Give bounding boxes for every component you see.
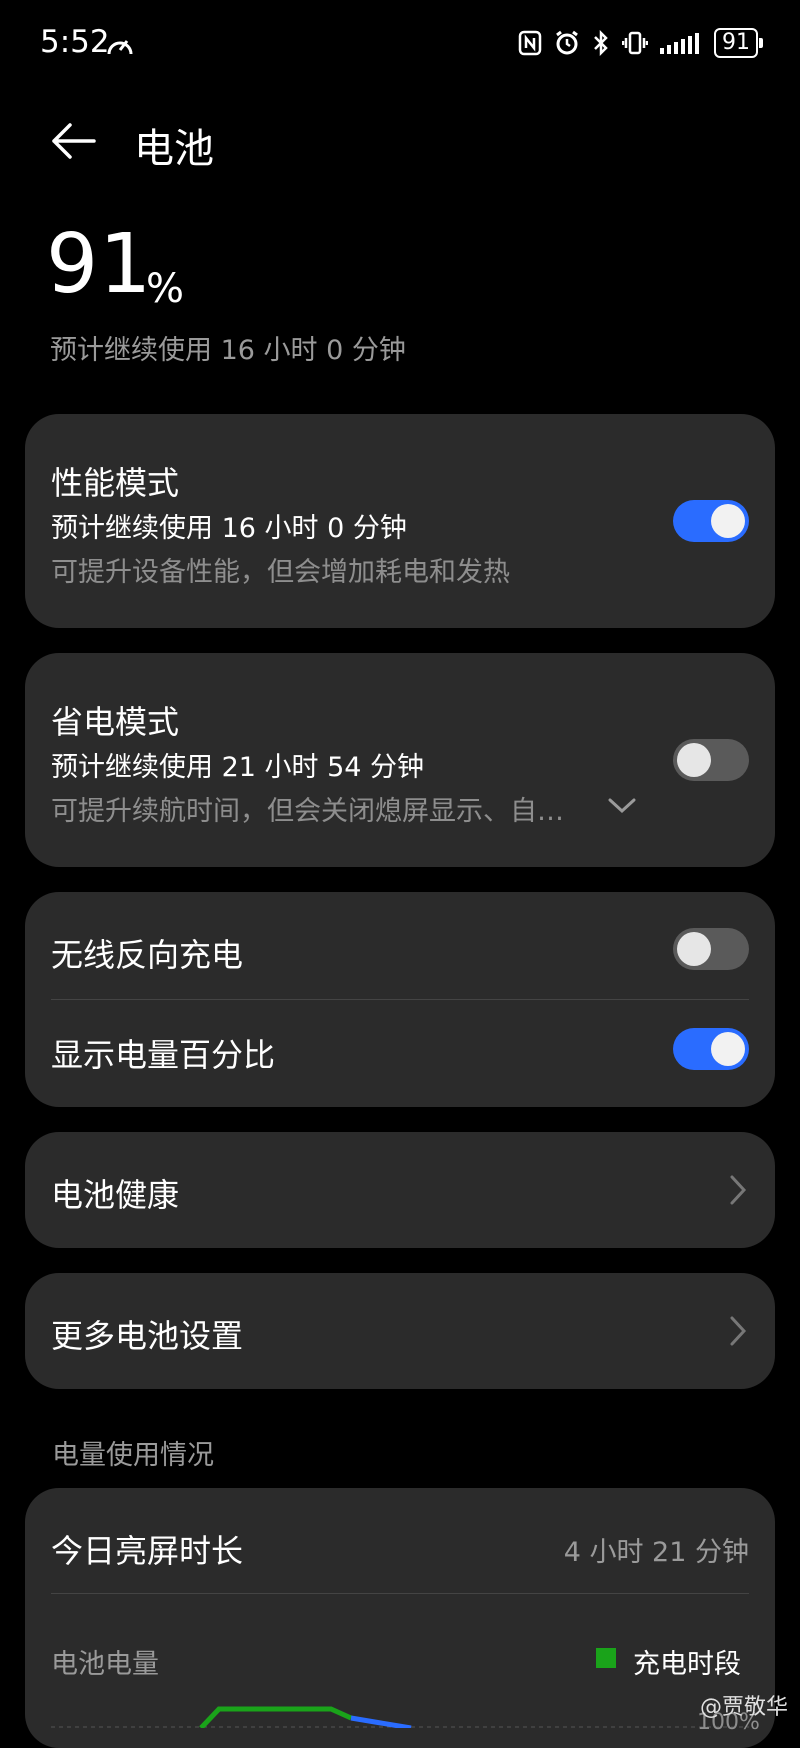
charging-legend-swatch [596,1648,616,1668]
alarm-icon [556,30,578,55]
chevron-right-icon [730,1175,747,1205]
divider [51,1593,749,1594]
divider [51,999,749,1000]
chevron-down-icon[interactable] [607,796,637,816]
toggles-card: 无线反向充电 显示电量百分比 [25,892,775,1107]
performance-mode-card[interactable]: 性能模式 预计继续使用 16 小时 0 分钟 可提升设备性能，但会增加耗电和发热 [25,414,775,628]
toggle-knob [677,743,711,777]
page-title: 电池 [134,126,214,172]
percent-sign: % [146,266,185,312]
more-battery-settings-row[interactable]: 更多电池设置 [25,1273,775,1389]
watermark: @贾敬华 [699,1695,788,1720]
usage-card: 今日亮屏时长 4 小时 21 分钟 电池电量 充电时段 100% [25,1488,775,1748]
battery-level-chart [51,1706,749,1728]
status-icons: 91 [518,28,763,58]
toggle-knob [677,932,711,966]
power-saving-mode-title: 省电模式 [51,703,180,741]
more-battery-settings-label: 更多电池设置 [51,1317,244,1355]
battery-health-row[interactable]: 电池健康 [25,1132,775,1248]
battery-health-label: 电池健康 [51,1176,180,1214]
wireless-reverse-charging-toggle[interactable] [673,928,749,970]
toggle-knob [711,504,745,538]
speed-icon [107,40,133,55]
bluetooth-icon [594,30,608,56]
show-percent-toggle[interactable] [673,1028,749,1070]
status-time: 5:52 [40,24,110,60]
power-saving-mode-desc: 可提升续航时间，但会关闭熄屏显示、自… [51,796,564,827]
power-saving-mode-card[interactable]: 省电模式 预计继续使用 21 小时 54 分钟 可提升续航时间，但会关闭熄屏显示… [25,653,775,867]
battery-icon: 91 [714,28,763,58]
charging-legend-label: 充电时段 [633,1649,741,1680]
toggle-knob [711,1032,745,1066]
power-saving-mode-estimate: 预计继续使用 21 小时 54 分钟 [51,752,425,783]
battery-level-label: 电池电量 [51,1649,159,1680]
show-percent-label: 显示电量百分比 [51,1036,276,1074]
screen-time-value: 4 小时 21 分钟 [563,1537,749,1568]
battery-percent: 91 [46,217,153,312]
wireless-reverse-charging-label: 无线反向充电 [51,936,244,974]
screen-time-label: 今日亮屏时长 [51,1532,244,1570]
back-arrow-icon[interactable] [48,116,98,166]
performance-mode-desc: 可提升设备性能，但会增加耗电和发热 [51,557,510,588]
performance-mode-title: 性能模式 [51,464,180,502]
performance-mode-toggle[interactable] [673,500,749,542]
battery-estimate: 预计继续使用 16 小时 0 分钟 [50,335,406,366]
chevron-right-icon [730,1316,747,1346]
power-saving-mode-toggle[interactable] [673,739,749,781]
performance-mode-estimate: 预计继续使用 16 小时 0 分钟 [51,513,407,544]
vibrate-icon [622,31,648,55]
usage-section-title: 电量使用情况 [52,1440,214,1471]
signal-icon [660,33,699,54]
nfc-icon [518,30,542,56]
